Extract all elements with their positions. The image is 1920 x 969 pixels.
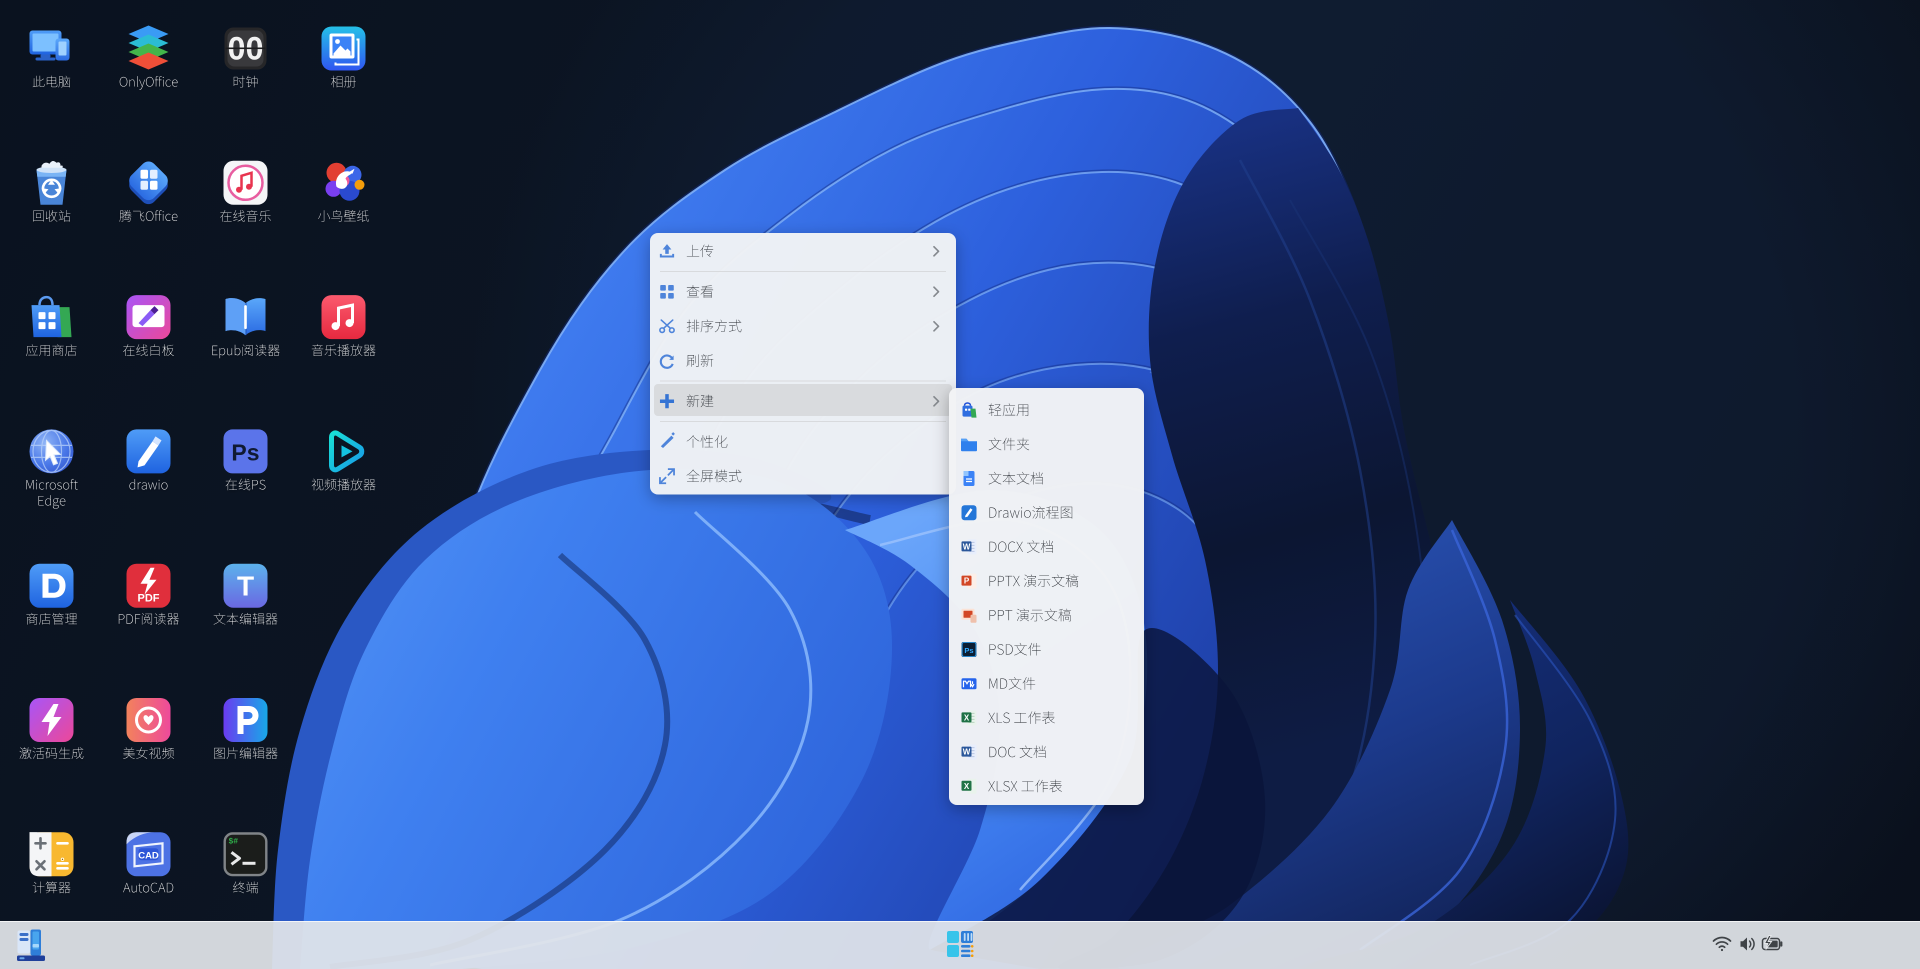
svg-text:Ps: Ps xyxy=(231,439,259,465)
svg-text:Ps: Ps xyxy=(964,646,973,655)
svg-text:P: P xyxy=(964,577,970,586)
svg-text:$#: $# xyxy=(229,837,239,846)
svg-text:X: X xyxy=(964,782,970,791)
svg-text:PDF: PDF xyxy=(138,593,160,605)
svg-text:W: W xyxy=(963,748,971,757)
svg-text:T: T xyxy=(237,571,254,602)
svg-text:W: W xyxy=(963,542,971,551)
svg-text:CAD: CAD xyxy=(138,850,159,861)
svg-text:X: X xyxy=(964,713,970,722)
